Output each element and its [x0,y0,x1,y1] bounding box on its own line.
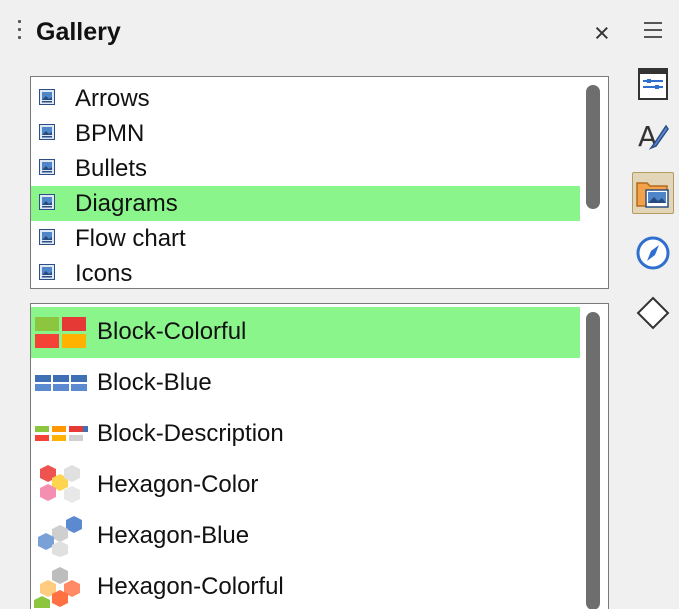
list-item-diagrams[interactable]: Diagrams [31,186,580,221]
tab-properties[interactable] [632,64,674,106]
gallery-theme-icon [39,229,55,245]
list-item-bpmn[interactable]: BPMN [31,116,580,151]
list-item-label: Block-Blue [97,369,212,396]
gallery-theme-icon [39,194,55,210]
items-scrollbar-thumb[interactable] [586,312,600,609]
items-scrollbar[interactable] [584,308,602,609]
list-item-arrows[interactable]: Arrows [31,81,580,116]
gallery-titlebar: Gallery × [0,0,626,64]
list-item-label: Hexagon-Color [97,471,259,498]
list-item-icons[interactable]: Icons [31,256,580,288]
navigator-icon [636,236,670,270]
svg-text:A: A [638,120,657,153]
gallery-theme-icon [39,89,55,105]
list-item-hexagon-color[interactable]: Hexagon-Color [31,460,580,511]
sidebar-tabbar: A [626,0,679,609]
block-blue-thumb-icon [35,375,87,391]
drag-grip-icon[interactable] [18,20,22,46]
theme-category-list[interactable]: Arrows BPMN Bullets Diagrams Flow chart … [30,76,609,289]
hexagon-blue-thumb-icon [38,516,82,557]
block-description-thumb-icon [35,426,88,441]
tab-navigator[interactable] [632,232,674,274]
list-item-label: Block-Colorful [97,318,247,345]
list-item-label: Diagrams [75,190,178,217]
tab-gallery[interactable] [632,172,674,214]
shapes-icon [636,296,670,330]
list-item-hexagon-blue[interactable]: Hexagon-Blue [31,511,580,562]
list-item-label: Bullets [75,155,148,182]
list-item-block-description[interactable]: Block-Description [31,409,580,460]
list-item-flow-chart[interactable]: Flow chart [31,221,580,256]
hamburger-menu-icon[interactable] [644,22,662,43]
hexagon-colorful-thumb-icon [34,567,80,608]
gallery-icon [636,182,669,208]
list-item-label: Block-Description [97,420,284,447]
hexagon-color-thumb-icon [40,465,80,503]
list-item-hexagon-colorful[interactable]: Hexagon-Colorful [31,562,580,609]
list-item-bullets[interactable]: Bullets [31,151,580,186]
list-item-label: Arrows [75,85,150,112]
list-item-block-blue[interactable]: Block-Blue [31,358,580,409]
close-icon[interactable]: × [594,18,610,48]
gallery-panel: Gallery × Arrows BPMN Bullets Diagrams F… [0,0,626,609]
gallery-theme-icon [39,124,55,140]
list-item-label: Icons [75,260,133,287]
tab-shapes[interactable] [632,292,674,334]
list-item-block-colorful[interactable]: Block-Colorful [31,307,580,358]
list-item-label: Hexagon-Blue [97,522,250,549]
list-item-label: BPMN [75,120,145,147]
gallery-theme-icon [39,159,55,175]
tab-styles[interactable]: A [632,116,674,158]
category-scrollbar[interactable] [584,81,602,283]
list-item-label: Flow chart [75,225,186,252]
panel-title: Gallery [36,18,121,46]
properties-icon [638,68,668,100]
gallery-theme-icon [39,264,55,280]
category-scrollbar-thumb[interactable] [586,85,600,209]
gallery-items-list[interactable]: Block-Colorful Block-Blue Block-Descript… [30,303,609,609]
list-item-label: Hexagon-Colorful [97,573,284,600]
block-colorful-thumb-icon [35,317,86,348]
styles-icon: A [638,120,669,153]
